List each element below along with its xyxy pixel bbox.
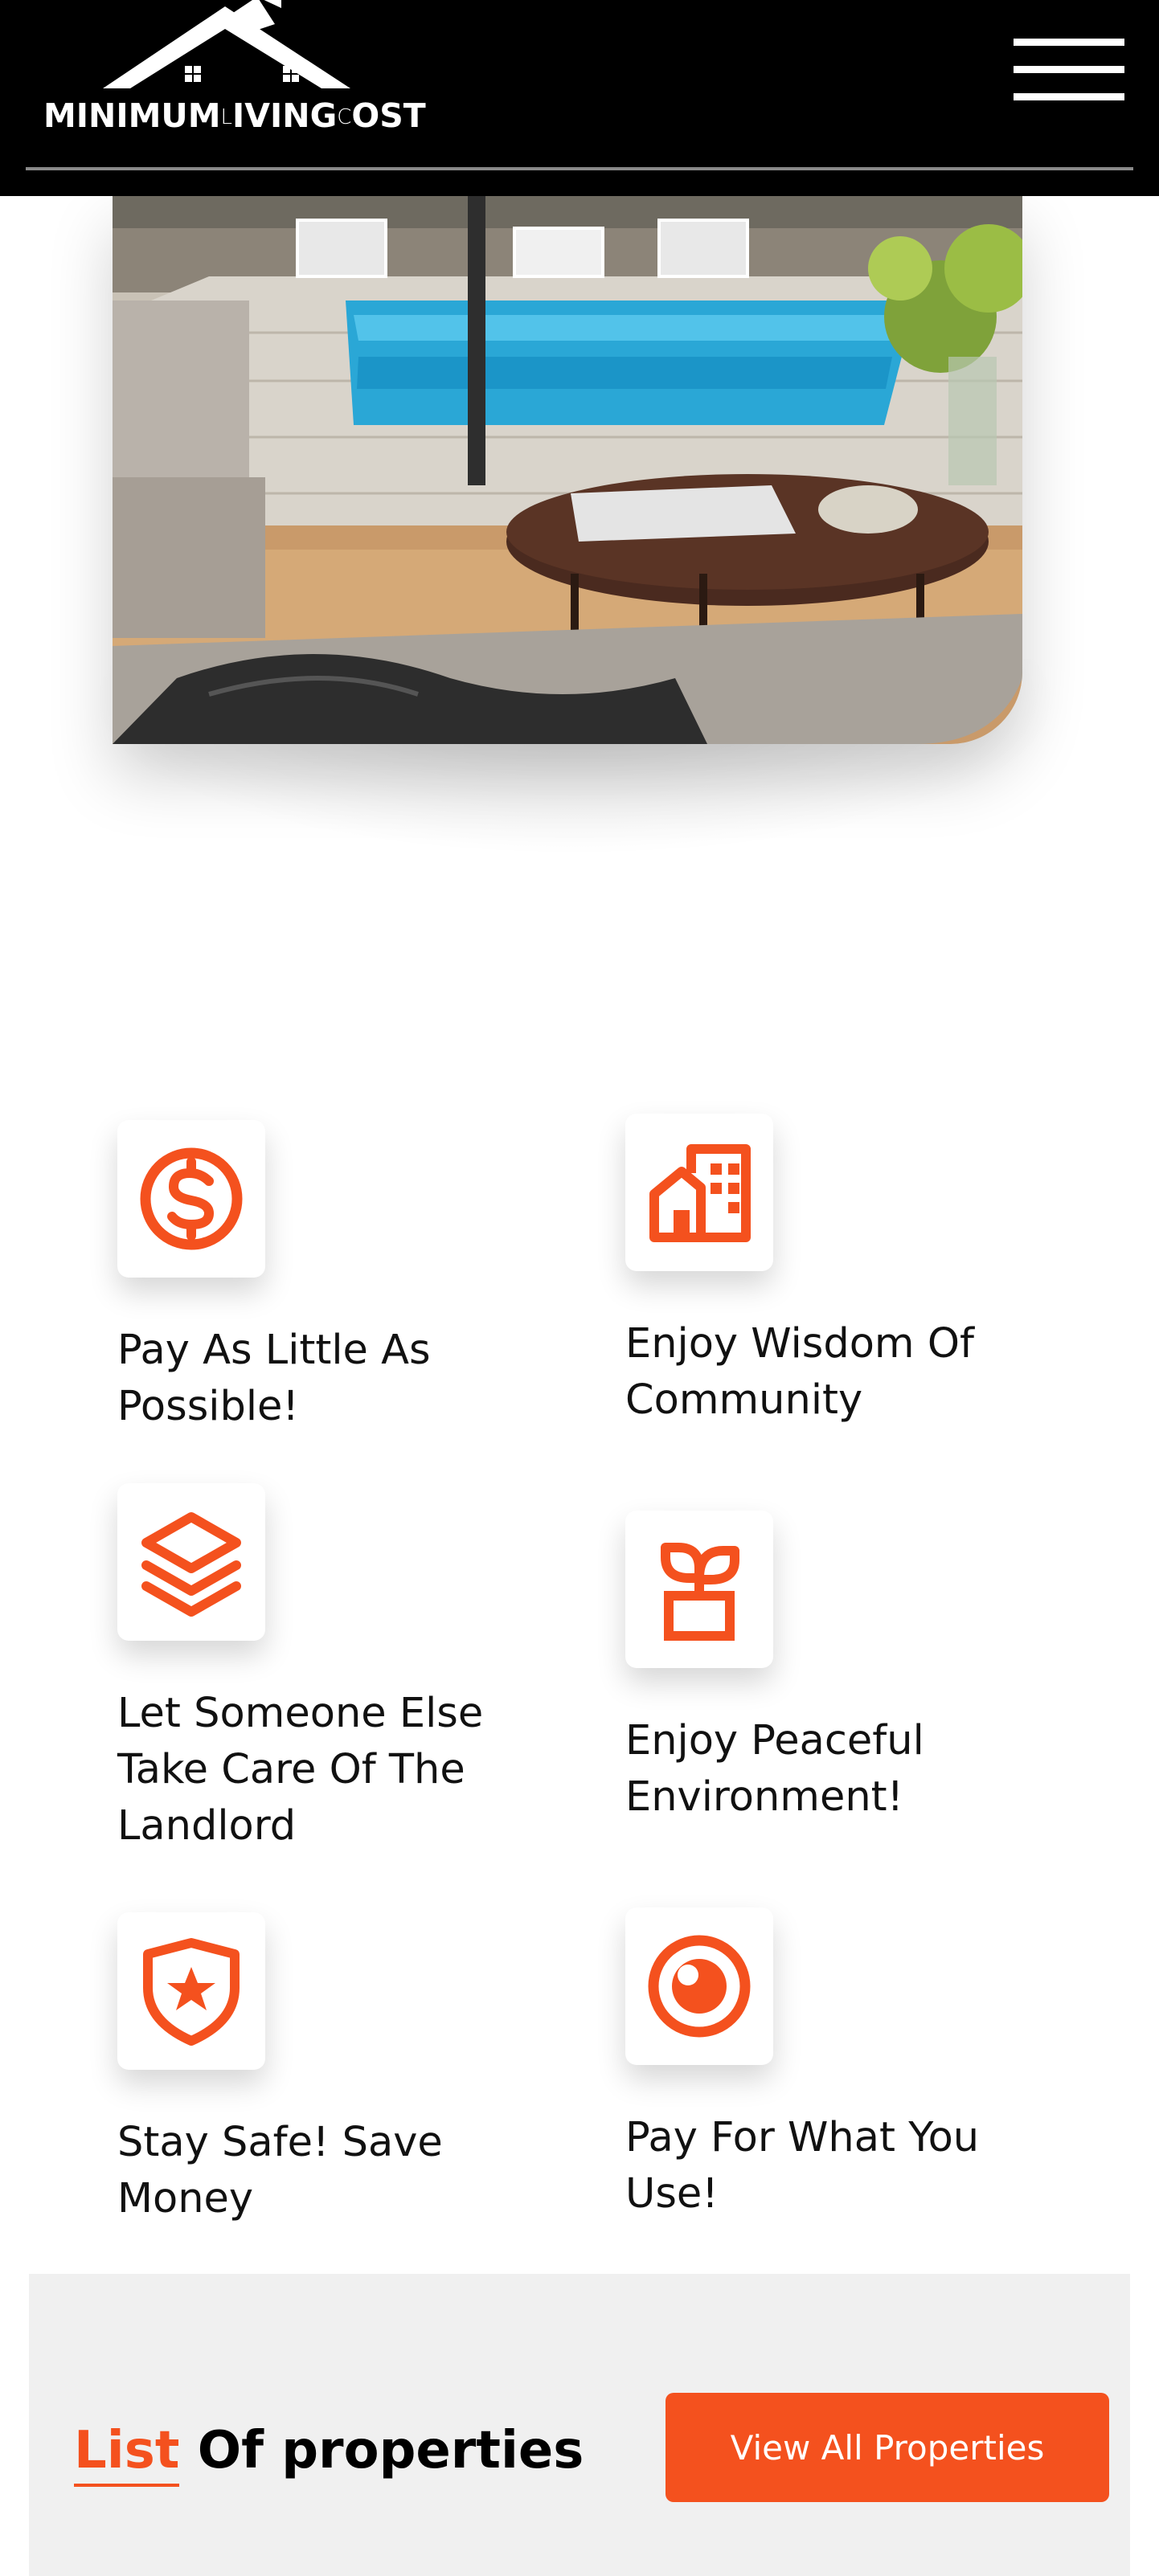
feature-title: Pay For What You Use! xyxy=(625,2114,980,2218)
hamburger-menu-button[interactable] xyxy=(1009,35,1129,104)
feature-title: Pay As Little As Possible! xyxy=(117,1327,431,1430)
eye-circle-icon xyxy=(648,1935,751,2038)
feature-icon-box xyxy=(117,1120,265,1278)
feature-title: Let Someone Else Take Care Of The Landlo… xyxy=(117,1690,484,1850)
feature-title: Stay Safe! Save Money xyxy=(117,2119,443,2222)
feature-icon-box xyxy=(625,1907,773,2065)
shield-star-icon xyxy=(143,1938,240,2046)
feature-icon-box xyxy=(117,1483,265,1641)
heading-rest: Of properties xyxy=(179,2421,584,2480)
feature-icon-box xyxy=(117,1912,265,2070)
layers-icon xyxy=(141,1512,241,1617)
heading-accent: List xyxy=(74,2421,180,2480)
hero-image xyxy=(113,196,1022,744)
site-logo[interactable]: MINIMUMLIVINGCOST xyxy=(40,0,474,153)
logo-wordmark: MINIMUMLIVINGCOST xyxy=(43,96,426,135)
feature-title: Enjoy Peaceful Environment! xyxy=(625,1717,924,1821)
plant-pot-icon xyxy=(661,1543,739,1641)
properties-section: List Of properties View All Properties xyxy=(29,2274,1130,2576)
house-roof-logo-icon xyxy=(103,0,350,88)
site-header: MINIMUMLIVINGCOST xyxy=(0,0,1159,196)
buildings-icon xyxy=(649,1144,751,1242)
hamburger-icon xyxy=(1014,39,1124,46)
feature-title: Enjoy Wisdom Of Community xyxy=(625,1320,974,1424)
feature-icon-box xyxy=(625,1511,773,1668)
header-divider xyxy=(26,167,1133,170)
feature-icon-box xyxy=(625,1114,773,1271)
view-all-properties-button[interactable]: View All Properties xyxy=(666,2393,1109,2502)
dollar-circle-icon xyxy=(140,1147,243,1250)
section-heading: List Of properties xyxy=(74,2419,584,2483)
